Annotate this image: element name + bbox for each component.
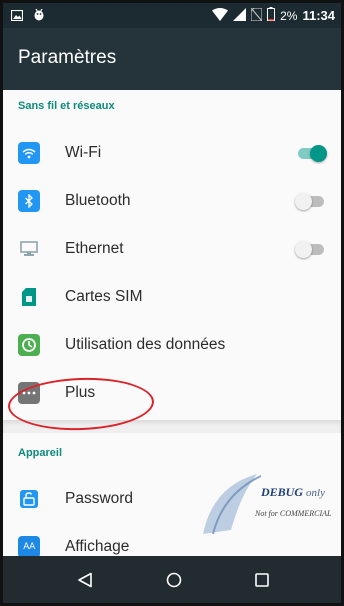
ethernet-icon [18,238,40,260]
image-notification-icon [10,9,24,24]
setting-label: Utilisation des données [65,336,226,353]
setting-label: Cartes SIM [65,288,143,305]
no-sim-icon [250,6,263,24]
section-header-wireless: Sans fil et réseaux [18,100,115,112]
watermark-suffix: only [306,487,325,499]
clock: 11:34 [302,8,335,23]
debug-watermark: DEBUG only Not for COMMERCIAL [191,468,341,540]
watermark-main: DEBUG [261,485,304,499]
home-icon[interactable] [161,567,187,593]
sim-card-icon [18,286,40,308]
setting-label: Affichage [65,538,130,555]
page-title: Paramètres [18,47,117,68]
watermark-subtitle: Not for COMMERCIAL [255,509,332,518]
setting-label: Password [65,490,134,507]
wifi-toggle[interactable] [298,145,327,162]
bluetooth-toggle[interactable] [295,193,324,210]
recents-icon[interactable] [249,567,275,593]
section-header-device: Appareil [18,447,63,459]
status-bar: 2% 11:34 [3,3,341,28]
android-debug-icon [33,8,45,25]
display-icon: AA [18,536,40,558]
bluetooth-icon [18,190,40,212]
signal-icon [233,7,247,24]
setting-label: Bluetooth [65,192,131,209]
battery-icon [267,7,276,24]
setting-bluetooth[interactable]: Bluetooth [3,178,341,226]
data-usage-icon [18,334,40,356]
lock-icon [18,488,40,510]
setting-data-usage[interactable]: Utilisation des données [3,322,341,370]
settings-list[interactable]: Sans fil et réseaux Wi-Fi Bluetooth Ethe… [3,90,341,558]
setting-wifi[interactable]: Wi-Fi [3,130,341,178]
navigation-bar [3,556,341,603]
app-bar: Paramètres [3,28,341,90]
setting-label: Ethernet [65,240,124,257]
ethernet-toggle[interactable] [295,241,324,258]
back-icon[interactable] [72,567,98,593]
setting-ethernet[interactable]: Ethernet [3,226,341,274]
wifi-icon [18,142,40,164]
battery-percent: 2% [280,8,298,23]
setting-label: Wi-Fi [65,144,102,161]
setting-sim-cards[interactable]: Cartes SIM [3,274,341,322]
wifi-icon [212,7,229,24]
phone-screen: 2% 11:34 Paramètres Sans fil et réseaux … [0,0,344,606]
